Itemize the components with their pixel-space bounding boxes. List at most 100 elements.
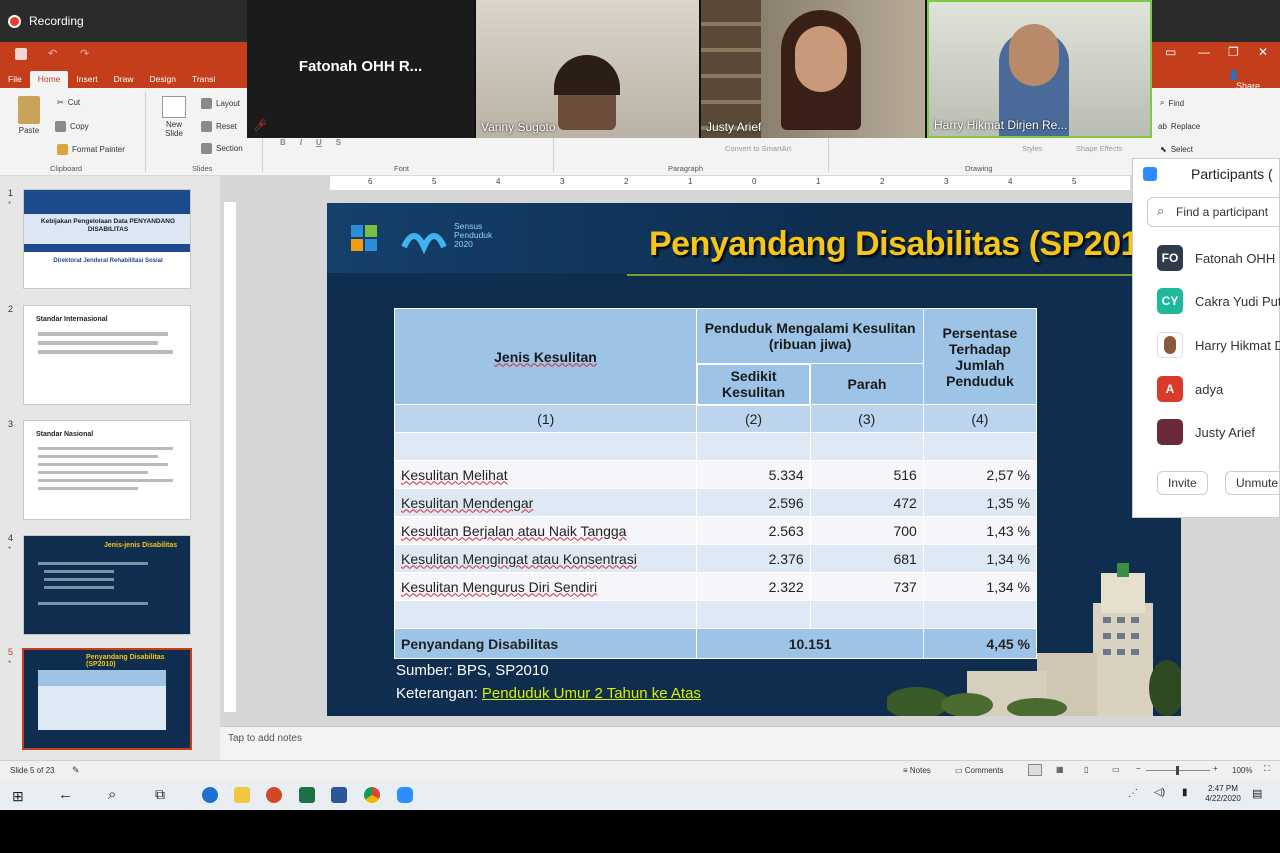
zoom-out-icon[interactable]: − (1136, 764, 1141, 773)
tab-design[interactable]: Design (142, 71, 184, 88)
invite-button[interactable]: Invite (1157, 471, 1208, 495)
file-explorer-icon[interactable] (234, 787, 250, 803)
star-icon: * (8, 200, 12, 209)
slide-canvas[interactable]: Sensus Penduduk 2020 Penyandang Disabili… (327, 203, 1181, 716)
shape-effects-button[interactable]: Shape Effects (1076, 144, 1123, 153)
video-tile[interactable]: Justy Arief (701, 0, 925, 138)
chrome-icon[interactable] (364, 787, 380, 803)
row-sedikit: 2.322 (696, 572, 811, 601)
minimize-icon[interactable]: — (1198, 45, 1210, 59)
slide-thumbnail-4[interactable]: Jenis-jenis Disabilitas (23, 535, 191, 635)
notification-icon[interactable]: ▤ (1252, 787, 1262, 800)
copy-button[interactable]: Copy (55, 121, 89, 132)
zoom-level[interactable]: 100% (1232, 766, 1252, 775)
word-icon[interactable] (331, 787, 347, 803)
slide-thumbnail-3[interactable]: Standar Nasional (23, 420, 191, 520)
save-icon[interactable] (15, 48, 27, 60)
slide-title[interactable]: Penyandang Disabilitas (SP2010) (649, 225, 1169, 264)
back-icon[interactable]: ← (58, 786, 73, 803)
reset-button[interactable]: Reset (201, 121, 237, 132)
replace-button[interactable]: ab Replace (1158, 122, 1200, 131)
row-sedikit: 5.334 (696, 460, 811, 489)
format-painter-button[interactable]: Format Painter (57, 144, 125, 155)
tab-home[interactable]: Home (29, 71, 69, 88)
zoom-in-icon[interactable]: + (1213, 764, 1218, 773)
comments-toggle[interactable]: ▭ Comments (955, 766, 1003, 775)
participant-row[interactable]: Justy Arief (1157, 419, 1255, 445)
cut-button[interactable]: ✂ Cut (57, 98, 80, 107)
slideshow-icon[interactable]: ▭ (1112, 765, 1120, 774)
participant-row[interactable]: Harry Hikmat D (1157, 332, 1280, 358)
participant-row[interactable]: FO Fatonah OHH R (1157, 245, 1280, 271)
search-icon[interactable]: ⌕ (108, 786, 116, 803)
notes-toggle[interactable]: ≡ Notes (903, 766, 931, 775)
zoom-app-icon[interactable] (397, 787, 413, 803)
participants-title: Participants ( (1191, 166, 1273, 182)
replace-label: Replace (1170, 122, 1201, 131)
bold-icon[interactable]: B (280, 138, 286, 147)
column-index: (1) (393, 404, 698, 433)
edge-icon[interactable] (202, 787, 218, 803)
paste-button[interactable]: Paste (18, 96, 40, 135)
slide-thumbnail-2[interactable]: Standar Internasional (23, 305, 191, 405)
clipboard-group-label: Clipboard (50, 164, 83, 173)
video-tile[interactable]: Fatonah OHH R... 🎤︎ (247, 0, 474, 138)
participant-name: Justy Arief (706, 120, 762, 134)
copy-label: Copy (70, 122, 89, 131)
status-bar: Slide 5 of 23 ✎ ≡ Notes ▭ Comments ▦ ▯ ▭… (0, 760, 1280, 780)
header-sedikit: Sedikit Kesulitan (695, 362, 812, 406)
thumbnail-subtitle: Direktorat Jenderal Rehabilitasi Sosial (24, 252, 190, 288)
spellcheck-icon[interactable]: ✎ (72, 765, 80, 776)
video-tile-active-speaker[interactable]: Harry Hikmat Dirjen Re... (927, 0, 1152, 138)
select-button[interactable]: ⬉ Select (1160, 145, 1193, 154)
quick-styles-button[interactable]: Styles (1022, 144, 1042, 153)
volume-icon[interactable]: ◁) (1154, 787, 1165, 798)
slide-counter: Slide 5 of 23 (10, 766, 55, 775)
convert-smartart-button[interactable]: Convert to SmartArt (725, 144, 791, 153)
task-view-icon[interactable]: ⧉ (155, 786, 165, 803)
redo-icon[interactable]: ↷ (80, 47, 89, 60)
find-button[interactable]: ⌕ Find (1160, 98, 1184, 108)
new-slide-button[interactable]: New Slide (160, 96, 188, 138)
participant-row[interactable]: CY Cakra Yudi Put (1157, 288, 1280, 314)
undo-icon[interactable]: ↶ (48, 47, 57, 60)
slide-thumbnail-5-selected[interactable]: Penyandang Disabilitas (SP2010) (22, 648, 192, 750)
video-tile[interactable]: Vanny Sugoto (476, 0, 699, 138)
slide-number: 1 (8, 188, 14, 198)
windows-start-icon[interactable]: ⊞ (12, 788, 24, 805)
layout-button[interactable]: Layout (201, 98, 240, 109)
italic-icon[interactable]: I (300, 138, 302, 147)
slide-sorter-icon[interactable]: ▦ (1056, 765, 1064, 774)
section-button[interactable]: Section (201, 143, 243, 154)
tab-insert[interactable]: Insert (68, 71, 105, 88)
strikethrough-icon[interactable]: S (336, 138, 341, 147)
slide-thumbnail-1[interactable]: Kebijakan Pengelolaan Data PENYANDANG DI… (23, 189, 191, 289)
zoom-slider-handle[interactable] (1176, 766, 1179, 775)
participant-row[interactable]: A adya (1157, 376, 1223, 402)
participant-name: adya (1195, 381, 1224, 397)
zoom-icon (1143, 167, 1157, 181)
notes-pane[interactable]: Tap to add notes (220, 726, 1280, 760)
powerpoint-icon[interactable] (266, 787, 282, 803)
video-gallery: Fatonah OHH R... 🎤︎ Vanny Sugoto Justy A… (247, 0, 1152, 138)
close-icon[interactable]: ✕ (1258, 45, 1268, 59)
underline-icon[interactable]: U (316, 138, 322, 147)
tab-file[interactable]: File (0, 71, 30, 88)
normal-view-icon[interactable] (1028, 764, 1042, 776)
reading-view-icon[interactable]: ▯ (1084, 765, 1088, 774)
ribbon-display-icon[interactable]: ▭ (1165, 45, 1176, 59)
restore-icon[interactable]: ❐ (1228, 45, 1239, 59)
unmute-me-button[interactable]: Unmute M (1225, 471, 1280, 495)
tab-transitions[interactable]: Transi (184, 71, 223, 88)
clock[interactable]: 2:47 PM 4/22/2020 (1204, 784, 1242, 804)
screen-bottom-bar (0, 810, 1280, 853)
section-icon (201, 143, 212, 154)
excel-icon[interactable] (299, 787, 315, 803)
select-label: Select (1170, 145, 1193, 154)
microphone-icon[interactable]: ▮ (1182, 787, 1188, 798)
fit-to-window-icon[interactable]: ⛶ (1264, 764, 1270, 774)
network-icon[interactable]: ⋰ (1128, 788, 1138, 799)
row-jenis: Kesulitan Mengingat atau Konsentrasi (401, 550, 637, 567)
participant-search-input[interactable]: ⌕ Find a participant (1147, 197, 1280, 227)
tab-draw[interactable]: Draw (106, 71, 142, 88)
